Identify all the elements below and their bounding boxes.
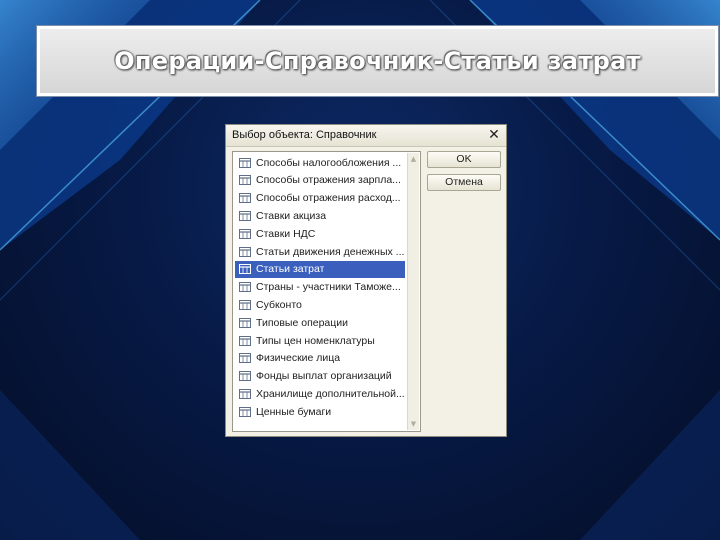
list-item[interactable]: Ставки акциза <box>235 207 405 224</box>
slide-title-box: Операции-Справочник-Статьи затрат <box>36 25 719 97</box>
list-item[interactable]: Субконто <box>235 296 405 313</box>
list-item[interactable]: Физические лица <box>235 350 405 367</box>
list-item-label: Субконто <box>256 298 302 311</box>
cancel-button[interactable]: Отмена <box>427 174 501 191</box>
catalog-table-icon <box>239 299 251 310</box>
catalog-table-icon <box>239 228 251 239</box>
list-item[interactable]: Способы отражения зарпла... <box>235 172 405 189</box>
list-item-label: Ставки акциза <box>256 209 327 222</box>
ok-button[interactable]: OK <box>427 151 501 168</box>
select-object-dialog: Выбор объекта: Справочник ✕ ▲ ▼ Способы … <box>225 124 507 437</box>
catalog-table-icon <box>239 353 251 364</box>
list-item-label: Статьи затрат <box>256 263 325 276</box>
dialog-titlebar: Выбор объекта: Справочник ✕ <box>226 125 506 147</box>
catalog-table-icon <box>239 335 251 346</box>
list-item[interactable]: Ставки НДС <box>235 225 405 242</box>
list-item[interactable]: Способы отражения расход... <box>235 190 405 207</box>
close-icon[interactable]: ✕ <box>486 127 502 143</box>
list-item[interactable]: Хранилище дополнительной... <box>235 385 405 402</box>
list-item-label: Способы отражения расход... <box>256 192 401 205</box>
catalog-list[interactable]: ▲ ▼ Способы налогообложения ... Способы о… <box>232 151 421 432</box>
list-item-label: Типовые операции <box>256 316 349 329</box>
catalog-table-icon <box>239 193 251 204</box>
catalog-table-icon <box>239 388 251 399</box>
list-item[interactable]: Ценные бумаги <box>235 403 405 420</box>
dialog-title: Выбор объекта: Справочник <box>232 129 377 141</box>
catalog-table-icon <box>239 406 251 417</box>
list-item-label: Страны - участники Таможе... <box>256 281 401 294</box>
list-item-label: Хранилище дополнительной... <box>256 387 405 400</box>
list-scrollbar[interactable]: ▲ ▼ <box>407 153 419 430</box>
list-item-label: Способы отражения зарпла... <box>256 174 401 187</box>
catalog-table-icon <box>239 282 251 293</box>
catalog-table-icon <box>239 371 251 382</box>
catalog-table-icon <box>239 264 251 275</box>
list-item[interactable]: Способы налогообложения ... <box>235 154 405 171</box>
list-item-label: Ценные бумаги <box>256 405 332 418</box>
scroll-up-icon[interactable]: ▲ <box>408 154 419 164</box>
list-item[interactable]: Статьи затрат <box>235 260 405 278</box>
catalog-table-icon <box>239 175 251 186</box>
list-item-label: Физические лица <box>256 352 341 365</box>
catalog-table-icon <box>239 317 251 328</box>
list-item[interactable]: Статьи движения денежных ... <box>235 243 405 260</box>
list-item-label: Способы налогообложения ... <box>256 156 402 169</box>
list-item-label: Ставки НДС <box>256 227 316 240</box>
catalog-table-icon <box>239 157 251 168</box>
list-item-label: Статьи движения денежных ... <box>256 245 405 258</box>
catalog-table-icon <box>239 246 251 257</box>
catalog-table-icon <box>239 210 251 221</box>
list-item-label: Фонды выплат организаций <box>256 370 392 383</box>
list-item[interactable]: Страны - участники Таможе... <box>235 279 405 296</box>
scroll-down-icon[interactable]: ▼ <box>408 419 419 429</box>
slide-title: Операции-Справочник-Статьи затрат <box>114 47 641 75</box>
list-item-label: Типы цен номенклатуры <box>256 334 375 347</box>
list-item[interactable]: Типы цен номенклатуры <box>235 332 405 349</box>
list-item[interactable]: Типовые операции <box>235 314 405 331</box>
list-item[interactable]: Фонды выплат организаций <box>235 368 405 385</box>
